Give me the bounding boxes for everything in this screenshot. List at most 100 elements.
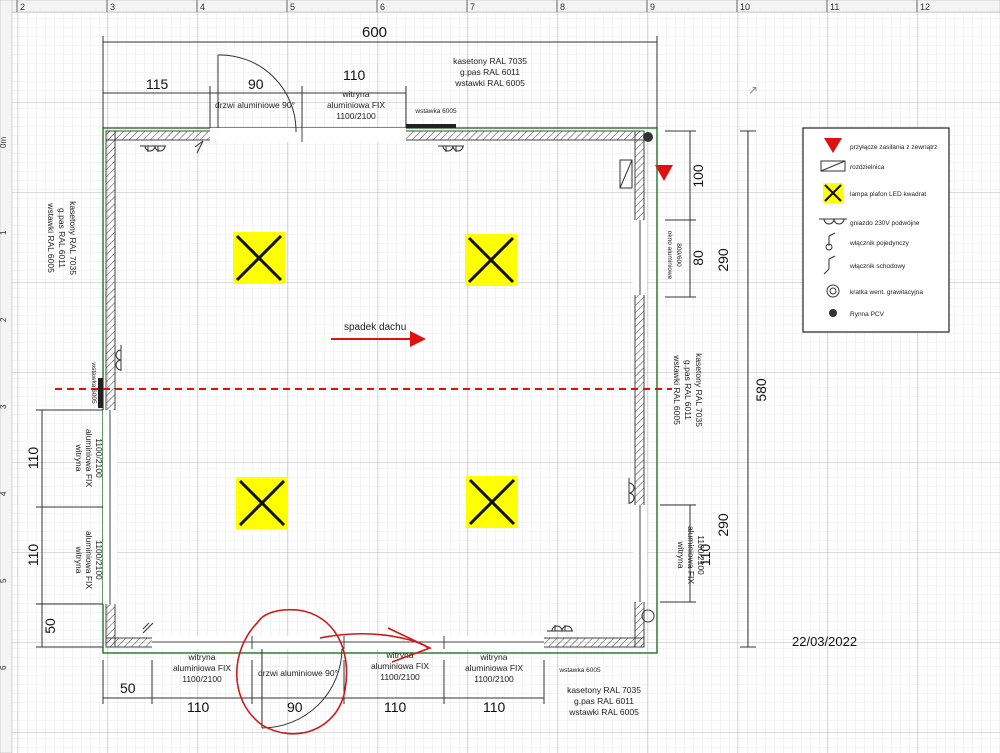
svg-text:1100/2100: 1100/2100 (336, 111, 376, 121)
dim-left-110-b: 110 (25, 544, 41, 567)
bottom-insert-label: wstawka 6005 (558, 667, 601, 674)
gutter-icon (829, 309, 837, 317)
top-ruler-label: 12 (920, 2, 930, 12)
floor-plan-canvas: 23456789101112 0m123456 (0, 0, 1000, 753)
svg-text:wstawki RAL 6005: wstawki RAL 6005 (672, 354, 682, 425)
svg-text:witryna: witryna (342, 89, 370, 99)
legend-label: Rynna PCV (850, 311, 885, 318)
left-cladding-note: kasetony RAL 7035 g.pas RAL 6011 wstawki… (46, 201, 78, 275)
svg-text:kasetony RAL 7035: kasetony RAL 7035 (68, 201, 78, 275)
led-panel-icon (233, 232, 285, 284)
top-ruler-label: 10 (740, 2, 750, 12)
dim-right-580: 580 (753, 378, 769, 402)
top-ruler-label: 11 (830, 2, 839, 12)
dim-left-110-a: 110 (25, 447, 41, 470)
top-insert-label: wstawka 6005 (414, 108, 457, 115)
left-insert-label: wstawka 6005 (90, 361, 97, 404)
svg-text:aluminiowa FIX: aluminiowa FIX (84, 429, 94, 487)
svg-text:1100/2100: 1100/2100 (94, 540, 104, 580)
svg-text:aluminiowa FIX: aluminiowa FIX (173, 663, 231, 673)
left-ruler-label: 1 (0, 230, 8, 235)
dim-bottom-110-c: 110 (483, 699, 506, 715)
dim-bottom-50: 50 (120, 680, 136, 696)
dim-left-50: 50 (42, 618, 58, 634)
svg-text:aluminiowa FIX: aluminiowa FIX (371, 661, 429, 671)
svg-text:aluminiowa FIX: aluminiowa FIX (465, 663, 523, 673)
dim-top-door-90: 90 (248, 76, 264, 92)
legend-label: włącznik schodowy (849, 263, 906, 270)
top-ruler-label: 8 (560, 2, 565, 12)
svg-text:800/600: 800/600 (675, 243, 682, 267)
right-cladding-note: kasetony RAL 7035 g.pas RAL 6011 wstawki… (672, 353, 704, 427)
dim-right-290-bottom: 290 (715, 513, 731, 537)
top-ruler-label: 6 (380, 2, 385, 12)
bottom-cladding-note: kasetony RAL 7035 g.pas RAL 6011 wstawki… (567, 685, 641, 717)
left-ruler-label: 3 (0, 404, 8, 409)
roof-slope-label: spadek dachu (344, 322, 406, 333)
top-cladding-note: kasetony RAL 7035 g.pas RAL 6011 wstawki… (453, 56, 527, 88)
svg-text:1100/2100: 1100/2100 (696, 535, 706, 575)
svg-text:wstawki RAL 6005: wstawki RAL 6005 (46, 202, 56, 273)
top-ruler-label: 2 (20, 2, 25, 12)
dim-right-80: 80 (690, 250, 706, 266)
dim-top-window-110: 110 (343, 67, 366, 83)
left-ruler-label: 0m (0, 137, 8, 148)
svg-text:1100/2100: 1100/2100 (474, 674, 514, 684)
top-ruler-label: 9 (650, 2, 655, 12)
svg-text:aluminiowa FIX: aluminiowa FIX (686, 526, 696, 584)
svg-text:witryna: witryna (188, 652, 216, 662)
svg-text:witryna: witryna (74, 444, 84, 472)
legend-label: rozdzielnica (850, 164, 885, 171)
svg-text:wstawki RAL 6005: wstawki RAL 6005 (568, 707, 639, 717)
led-panel-icon (466, 476, 518, 528)
svg-text:wstawki RAL 6005: wstawki RAL 6005 (454, 78, 525, 88)
dim-right-100: 100 (690, 164, 706, 188)
gutter-pcv-marker (643, 132, 653, 142)
top-ruler-label: 7 (470, 2, 475, 12)
svg-text:g.pas RAL 6011: g.pas RAL 6011 (574, 696, 634, 706)
legend-label: włącznik pojedynczy (849, 240, 910, 247)
dim-total-width: 600 (362, 24, 387, 41)
top-ruler-label: 5 (290, 2, 295, 12)
svg-text:kasetony RAL 7035: kasetony RAL 7035 (453, 56, 527, 66)
dim-bottom-110-b: 110 (384, 699, 407, 715)
dim-bottom-90: 90 (287, 699, 303, 715)
svg-text:1100/2100: 1100/2100 (380, 672, 420, 682)
drawing-date: 22/03/2022 (792, 634, 857, 649)
left-ruler-label: 4 (0, 491, 8, 496)
bottom-door-label: drzwi aluminiowe 90° (258, 668, 338, 678)
legend-label: kratka went. grawitacyjna (850, 289, 923, 296)
svg-text:g.pas RAL 6011: g.pas RAL 6011 (57, 208, 67, 268)
svg-text:witryna: witryna (480, 652, 508, 662)
top-ruler-label: 4 (200, 2, 205, 12)
top-door-label: drzwi aluminiowe 90° (215, 100, 295, 110)
legend-label: przyłącze zasilania z zewnątrz (850, 144, 937, 151)
svg-text:g.pas RAL 6011: g.pas RAL 6011 (460, 67, 520, 77)
top-ruler (0, 0, 1000, 13)
svg-text:kasetony RAL 7035: kasetony RAL 7035 (694, 353, 704, 427)
left-ruler (0, 0, 13, 753)
svg-text:witryna: witryna (676, 541, 686, 569)
svg-text:g.pas RAL 6011: g.pas RAL 6011 (683, 360, 693, 420)
north-arrow-icon: ↗ (748, 83, 758, 97)
legend-box (802, 127, 950, 333)
floor-plan-svg: 23456789101112 0m123456 (0, 0, 1000, 753)
top-ruler-label: 3 (110, 2, 115, 12)
dim-115: 115 (146, 76, 169, 92)
legend-label: lampa plafon LED kwadrat (850, 191, 926, 198)
svg-text:kasetony RAL 7035: kasetony RAL 7035 (567, 685, 641, 695)
led-panel-icon (236, 477, 288, 529)
svg-text:okno aluminiowe: okno aluminiowe (666, 231, 673, 280)
legend-label: gniazdo 230V podwójne (850, 220, 920, 227)
svg-text:aluminiowa FIX: aluminiowa FIX (84, 531, 94, 589)
dim-right-290-top: 290 (715, 248, 731, 272)
left-ruler-label: 5 (0, 578, 8, 583)
dim-bottom-110-a: 110 (187, 699, 210, 715)
svg-text:aluminiowa FIX: aluminiowa FIX (327, 100, 385, 110)
left-ruler-label: 6 (0, 665, 8, 670)
svg-text:1100/2100: 1100/2100 (182, 674, 222, 684)
led-panel-icon (465, 234, 517, 286)
svg-text:1100/2100: 1100/2100 (94, 438, 104, 478)
left-ruler-label: 2 (0, 317, 8, 322)
svg-text:witryna: witryna (74, 546, 84, 574)
